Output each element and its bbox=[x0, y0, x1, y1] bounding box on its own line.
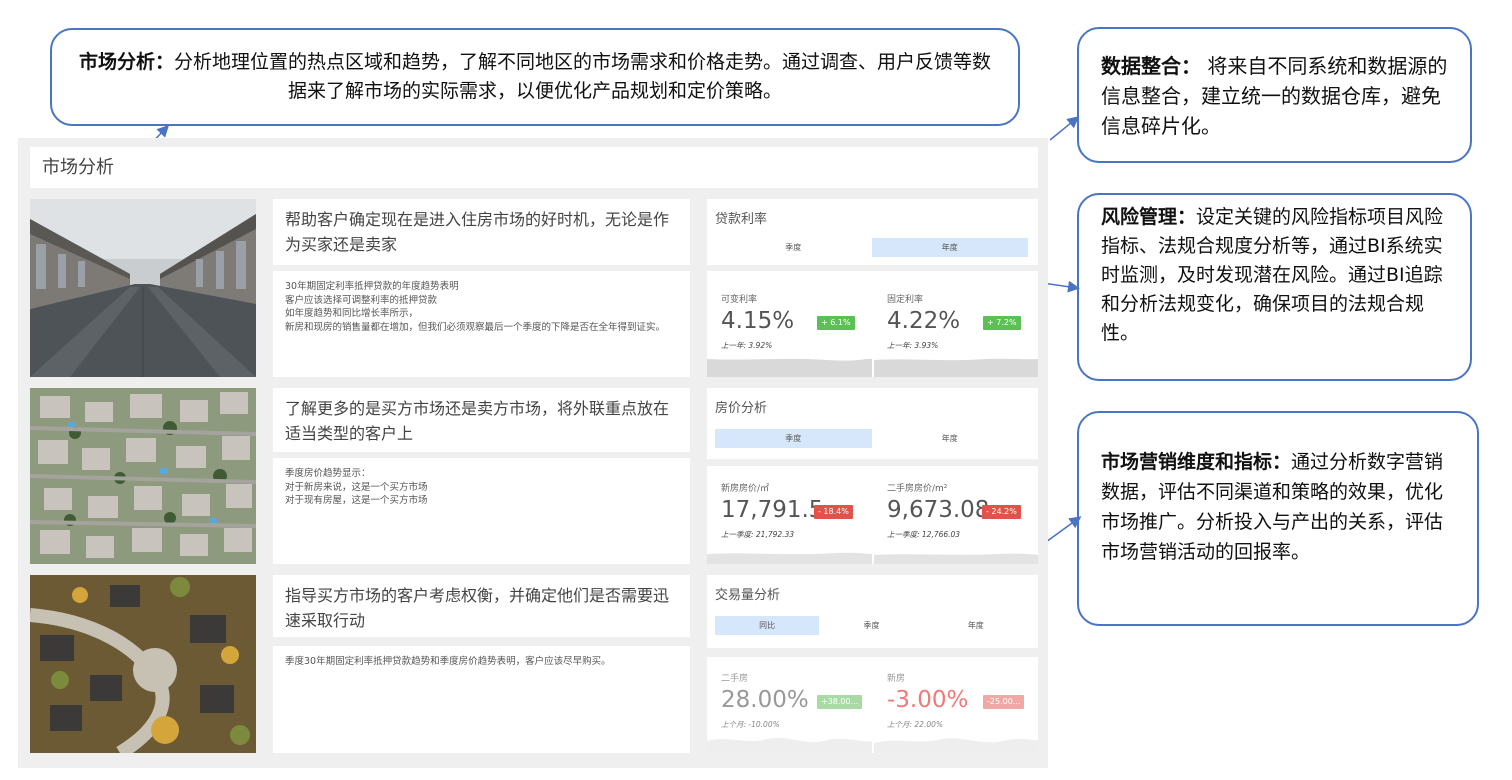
metric-value: 4.22% bbox=[887, 308, 961, 334]
tab-quarter[interactable]: 季度 bbox=[715, 429, 872, 448]
metric-value: 4.15% bbox=[721, 308, 795, 334]
card-title: 交易量分析 bbox=[715, 588, 781, 603]
card-loan-rate-metrics: 可变利率 4.15% + 6.1% 上一年: 3.92% 固定利率 4.22% … bbox=[707, 271, 1038, 377]
desc-line: 季度30年期固定利率抵押贷款趋势和季度房价趋势表明，客户应该尽早购买。 bbox=[285, 656, 611, 667]
desc-line: 季度房价趋势显示： bbox=[285, 468, 371, 479]
previous-value: 上个月: 22.00% bbox=[887, 720, 944, 729]
desc-line: 对于现有房屋，这是一个买方市场 bbox=[285, 495, 428, 506]
headline-1: 帮助客户确定现在是进入住房市场的好时机，无论是作为买家还是卖家 bbox=[273, 199, 690, 265]
change-badge: - 24.2% bbox=[982, 505, 1021, 519]
previous-value: 上一季度: 12,766.03 bbox=[887, 530, 961, 539]
headline-2: 了解更多的是买方市场还是卖方市场，将外联重点放在适当类型的客户上 bbox=[273, 388, 690, 452]
description-2: 季度房价趋势显示： 对于新房来说，这是一个买方市场 对于现有房屋，这是一个买方市… bbox=[273, 458, 690, 564]
previous-value: 上一年: 3.92% bbox=[721, 341, 773, 350]
card-house-price-metrics: 新房房价/㎡ 17,791.5 - 18.4% 上一季度: 21,792.33 … bbox=[707, 466, 1038, 564]
tab-quarter[interactable]: 季度 bbox=[715, 238, 872, 257]
sparkline-area bbox=[707, 358, 1038, 377]
tab-group: 季度 年度 bbox=[715, 429, 1028, 448]
desc-line: 新房和现房的销售量都在增加，但我们必须观察最后一个季度的下降是否在全年得到证实。 bbox=[285, 321, 666, 333]
metric-label: 新房房价/㎡ bbox=[721, 484, 770, 494]
headline-3: 指导买方市场的客户考虑权衡，并确定他们是否需要迅速采取行动 bbox=[273, 575, 690, 637]
metric-value: 28.00% bbox=[721, 687, 809, 713]
metric-label: 固定利率 bbox=[887, 295, 924, 305]
card-title: 贷款利率 bbox=[715, 212, 768, 227]
change-badge: - 18.4% bbox=[814, 505, 853, 519]
previous-value: 上一年: 3.93% bbox=[887, 341, 939, 350]
tab-quarter[interactable]: 季度 bbox=[819, 616, 923, 635]
tab-year[interactable]: 年度 bbox=[871, 238, 1028, 257]
card-trade-volume-metrics: 二手房 28.00% +38.00... 上个月: -10.00% 新房 -3.… bbox=[707, 657, 1038, 753]
description-3: 季度30年期固定利率抵押贷款趋势和季度房价趋势表明，客户应该尽早购买。 bbox=[273, 646, 690, 753]
metric-label: 二手房 bbox=[721, 674, 749, 684]
metric-label: 可变利率 bbox=[721, 295, 758, 305]
sparkline-area bbox=[707, 737, 1038, 753]
metric-value: -3.00% bbox=[887, 687, 969, 713]
tab-yoy[interactable]: 同比 bbox=[715, 616, 820, 635]
card-loan-rate: 贷款利率 季度 年度 bbox=[707, 199, 1038, 265]
desc-line: 30年期固定利率抵押贷款的年度趋势表明 bbox=[285, 281, 459, 292]
change-badge: + 7.2% bbox=[983, 316, 1021, 330]
sparkline-area bbox=[707, 552, 1038, 564]
change-badge: +38.00... bbox=[817, 695, 863, 709]
card-house-price: 房价分析 季度 年度 bbox=[707, 388, 1038, 459]
tab-year[interactable]: 年度 bbox=[872, 429, 1029, 448]
change-badge: + 6.1% bbox=[817, 316, 855, 330]
previous-value: 上个月: -10.00% bbox=[721, 720, 780, 729]
tab-group: 同比 季度 年度 bbox=[715, 616, 1028, 635]
tab-year[interactable]: 年度 bbox=[924, 616, 1028, 635]
change-badge: -25.00... bbox=[983, 695, 1025, 709]
description-1: 30年期固定利率抵押贷款的年度趋势表明 客户应该选择可调整利率的抵押贷款 如年度… bbox=[273, 271, 690, 377]
previous-value: 上一季度: 21,792.33 bbox=[721, 530, 795, 539]
metric-label: 二手房房价/m² bbox=[887, 484, 948, 494]
dashboard: 市场分析 帮助客户确定现在是进入住房市场的好时机，无论是作为买家还是卖家 30年… bbox=[18, 138, 1048, 768]
desc-line: 如年度趋势和同比增长率所示， bbox=[285, 308, 419, 319]
aerial-cul-de-sac-photo bbox=[30, 575, 256, 753]
street-photo bbox=[30, 199, 256, 377]
desc-line: 客户应该选择可调整利率的抵押贷款 bbox=[285, 294, 438, 306]
tab-group: 季度 年度 bbox=[715, 238, 1028, 257]
aerial-neighborhood-photo bbox=[30, 388, 256, 564]
metric-label: 新房 bbox=[887, 674, 906, 684]
card-title: 房价分析 bbox=[715, 401, 768, 416]
metric-value: 9,673.08 bbox=[887, 497, 990, 523]
page-title: 市场分析 bbox=[30, 147, 1038, 188]
arrow-to-right1-callout bbox=[1049, 116, 1080, 141]
card-trade-volume: 交易量分析 同比 季度 年度 bbox=[707, 575, 1038, 648]
desc-line: 对于新房来说，这是一个买方市场 bbox=[285, 481, 428, 493]
metric-value: 17,791.5 bbox=[721, 497, 824, 523]
